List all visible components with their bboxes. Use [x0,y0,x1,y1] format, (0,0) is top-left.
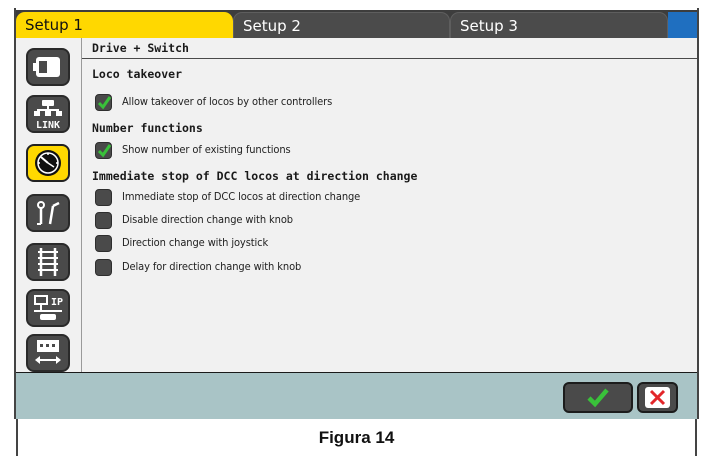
loco-icon [33,57,60,77]
sidebar-item-ip[interactable]: IP [26,289,70,327]
checkbox-checked[interactable] [95,94,112,111]
section-title-immediate-stop: Immediate stop of DCC locos at direction… [92,169,418,183]
sidebar-item-link[interactable]: LINK [26,95,70,133]
checkbox-unchecked[interactable] [95,189,112,206]
sidebar-item-drive-switch[interactable] [26,144,70,182]
settings-panel: Drive + Switch Loco takeover Allow takeo… [82,38,697,372]
tab-label: Setup 1 [25,16,83,34]
turnout-signal-icon [37,201,60,225]
ip-label: IP [51,297,63,308]
option-label: Immediate stop of DCC locos at direction… [122,190,361,203]
sidebar-item-transfer[interactable] [26,334,70,372]
tab-setup-1[interactable]: Setup 1 [16,12,233,38]
section-title-number-functions: Number functions [92,121,203,135]
tab-label: Setup 2 [243,17,301,35]
sidebar-item-loco[interactable] [26,48,70,86]
checkmark-icon [97,144,112,158]
close-x-icon [645,387,670,408]
sidebar: LINK IP [16,38,82,372]
device-frame-right [697,8,699,419]
ip-network-icon: IP [34,295,63,320]
checkbox-unchecked[interactable] [95,212,112,229]
option-label: Direction change with joystick [122,236,269,249]
option-label: Delay for direction change with knob [122,260,302,273]
checkbox-unchecked[interactable] [95,235,112,252]
tab-setup-2[interactable]: Setup 2 [233,12,450,38]
panel-header: Drive + Switch [82,41,697,59]
keyboard-transfer-icon [35,340,61,364]
section-title-loco-takeover: Loco takeover [92,67,183,81]
tab-label: Setup 3 [460,17,518,35]
checkbox-checked[interactable] [95,142,112,159]
tab-bar: Setup 1 Setup 2 Setup 3 [16,10,697,38]
checkmark-icon [97,96,112,110]
tab-setup-3[interactable]: Setup 3 [450,12,668,38]
figure-caption: Figura 14 [16,419,697,456]
option-label: Disable direction change with knob [122,213,293,226]
clock-gauge-icon [35,150,61,176]
checkmark-icon [587,388,609,408]
sidebar-item-turnout[interactable] [26,194,70,232]
checkbox-unchecked[interactable] [95,259,112,276]
footer-bar [16,372,697,419]
tab-bar-edge [668,12,697,38]
confirm-button[interactable] [563,382,633,413]
link-network-icon: LINK [34,100,62,131]
link-label: LINK [36,120,60,131]
track-icon [38,248,58,276]
option-label: Show number of existing functions [122,143,291,156]
device-screen: Setup 1 Setup 2 Setup 3 LINK IP Drive + … [16,10,697,419]
option-label: Allow takeover of locos by other control… [122,95,333,108]
sidebar-item-track[interactable] [26,243,70,281]
cancel-button[interactable] [637,382,678,413]
